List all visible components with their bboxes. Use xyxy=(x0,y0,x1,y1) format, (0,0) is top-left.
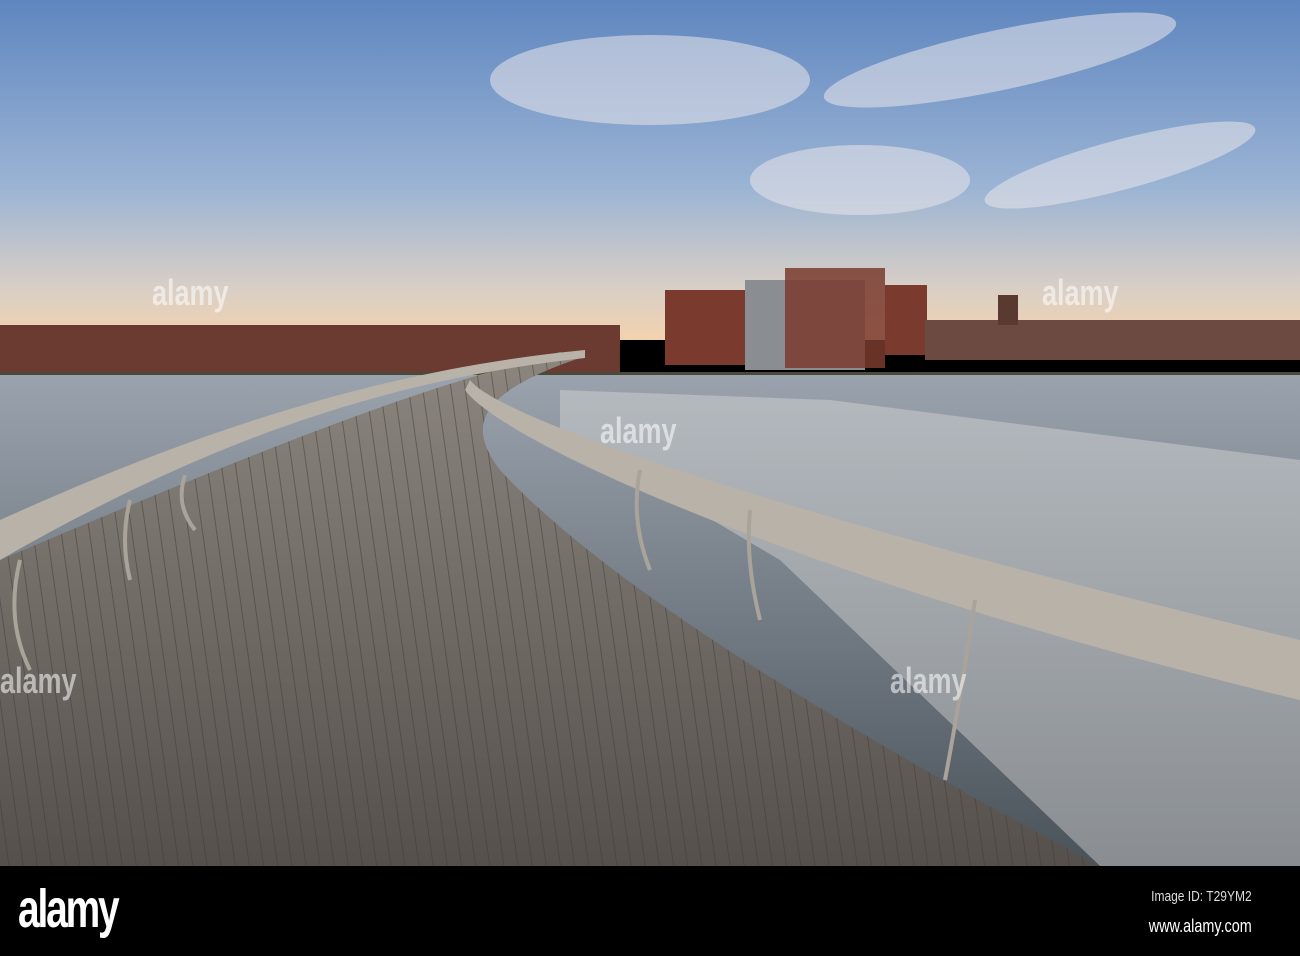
watermark-text: alamy xyxy=(152,272,229,313)
watermark-bar: alamy Image ID: T29YM2 www.alamy.com xyxy=(0,866,1300,956)
site-url: www.alamy.com xyxy=(1149,916,1252,936)
watermark-text: alamy xyxy=(600,410,677,451)
watermark-text: alamy xyxy=(890,660,967,701)
watermark-text: alamy xyxy=(1042,272,1119,313)
watermark-text: alamy xyxy=(0,660,77,701)
image-id: Image ID: T29YM2 xyxy=(1151,888,1253,905)
stock-photo: alamy alamy alamy alamy alamy alamy Imag… xyxy=(0,0,1300,956)
alamy-logo: alamy xyxy=(18,879,120,939)
